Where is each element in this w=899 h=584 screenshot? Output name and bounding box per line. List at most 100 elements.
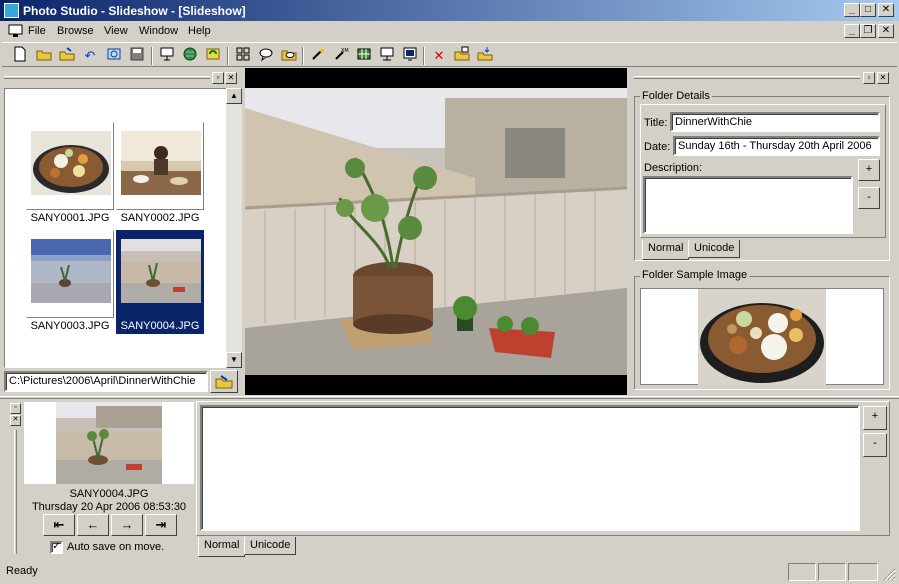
menu-help[interactable]: Help: [188, 25, 211, 37]
toolbar-separator: [151, 47, 153, 65]
thumbnail-image-balcony: [121, 239, 201, 303]
thumbnail-item[interactable]: SANY0002.JPG: [116, 122, 204, 226]
description-field[interactable]: [643, 176, 853, 234]
thumbnails-icon[interactable]: [233, 46, 253, 66]
thumbnail-frame: [116, 122, 204, 210]
sample-image-frame[interactable]: [640, 288, 884, 385]
auto-save-checkbox[interactable]: ✓: [50, 541, 63, 554]
folder-comment-icon[interactable]: [279, 46, 299, 66]
screen-icon[interactable]: [400, 46, 420, 66]
mdi-restore-button[interactable]: ❐: [860, 24, 876, 38]
panel-close-button[interactable]: ✕: [877, 72, 889, 84]
slideshow-viewer[interactable]: [244, 68, 628, 395]
panel-float-button[interactable]: ▫: [10, 403, 21, 414]
description-minus-button[interactable]: -: [858, 187, 880, 209]
toolbar-separator: [423, 47, 425, 65]
open-icon[interactable]: [57, 46, 77, 66]
thumbnail-scrollbar[interactable]: ▲ ▼: [226, 88, 242, 368]
next-image-button[interactable]: →: [111, 514, 143, 536]
app-icon: [4, 3, 19, 18]
move-icon[interactable]: [475, 46, 495, 66]
undo-icon[interactable]: ↶: [80, 46, 100, 66]
title-field[interactable]: DinnerWithChie: [670, 112, 880, 132]
thumbnail-browser: SANY0001.JPG SANY0002.JPG SANY0003.JPG S…: [4, 88, 240, 368]
tab-unicode[interactable]: Unicode: [244, 537, 297, 555]
document-icon[interactable]: [8, 24, 24, 38]
resize-grip-icon[interactable]: [880, 565, 896, 581]
toolbar-separator: [302, 47, 304, 65]
title-bar: Photo Studio - Slideshow - [Slideshow] _…: [0, 0, 899, 21]
previous-image-button[interactable]: ←: [77, 514, 109, 536]
comment-field[interactable]: [200, 405, 860, 531]
menu-window[interactable]: Window: [139, 25, 178, 37]
panel-float-button[interactable]: ▫: [212, 72, 224, 84]
status-cell: [788, 563, 816, 581]
thumbnail-label: SANY0004.JPG: [116, 318, 204, 334]
copy-icon[interactable]: [452, 46, 472, 66]
refresh-icon[interactable]: [203, 46, 223, 66]
toolbar: ↶ XML ✕: [2, 42, 897, 67]
description-label: Description:: [644, 162, 703, 174]
maximize-button[interactable]: □: [860, 3, 876, 17]
folder-path-field[interactable]: C:\Pictures\2006\April\DinnerWithChie: [4, 371, 208, 392]
mdi-minimize-button[interactable]: _: [844, 24, 860, 38]
new-icon[interactable]: [10, 46, 30, 66]
thumbnail-label: SANY0003.JPG: [30, 320, 110, 332]
comment-minus-button[interactable]: -: [863, 433, 887, 457]
open-folder-icon[interactable]: [34, 46, 54, 66]
description-plus-button[interactable]: +: [858, 159, 880, 181]
panel-close-button[interactable]: ✕: [225, 72, 237, 84]
browse-folder-button[interactable]: [210, 370, 238, 393]
thumbnail-frame: [26, 230, 114, 318]
menu-browse[interactable]: Browse: [57, 25, 94, 37]
folder-sample-label: Folder Sample Image: [640, 269, 750, 281]
date-field[interactable]: Sunday 16th - Thursday 20th April 2006: [673, 136, 880, 156]
sample-image-food: [698, 289, 826, 385]
presentation-icon[interactable]: [377, 46, 397, 66]
mdi-close-button[interactable]: ✕: [878, 24, 894, 38]
thumbnail-item-selected[interactable]: SANY0004.JPG: [116, 230, 204, 334]
menu-bar: File Browse View Window Help _ ❐ ✕: [0, 21, 899, 42]
menu-view[interactable]: View: [104, 25, 128, 37]
thumbnail-item[interactable]: SANY0001.JPG: [26, 122, 114, 226]
panel-gripper[interactable]: [14, 430, 17, 554]
first-image-button[interactable]: ⇤: [43, 514, 75, 536]
menu-file[interactable]: File: [28, 25, 46, 37]
grid-icon[interactable]: [354, 46, 374, 66]
toolbar-separator: [227, 47, 229, 65]
preview-filename: SANY0004.JPG: [69, 488, 149, 500]
scan-icon[interactable]: [104, 46, 124, 66]
thumbnail-frame: [26, 122, 114, 210]
thumbnail-image-food: [31, 131, 111, 195]
preview-datetime: Thursday 20 Apr 2006 08:53:30: [31, 501, 187, 513]
save-icon[interactable]: [127, 46, 147, 66]
slideshow-icon[interactable]: [157, 46, 177, 66]
date-label: Date:: [644, 141, 671, 153]
scroll-up-button[interactable]: ▲: [226, 88, 242, 104]
thumbnail-label: SANY0002.JPG: [120, 212, 200, 224]
window-title: Photo Studio - Slideshow - [Slideshow]: [23, 4, 246, 18]
panel-gripper[interactable]: [4, 76, 210, 79]
horizontal-splitter[interactable]: [0, 396, 899, 399]
xml-wand-icon[interactable]: XML: [331, 46, 352, 66]
close-button[interactable]: ✕: [878, 3, 894, 17]
last-image-button[interactable]: ⇥: [145, 514, 177, 536]
preview-image-balcony: [56, 402, 162, 484]
tab-normal[interactable]: Normal: [198, 537, 246, 557]
comment-plus-button[interactable]: +: [863, 406, 887, 430]
minimize-button[interactable]: _: [844, 3, 860, 17]
tab-unicode[interactable]: Unicode: [688, 240, 741, 258]
wand-icon[interactable]: [308, 46, 328, 66]
delete-icon[interactable]: ✕: [429, 46, 449, 66]
tab-normal[interactable]: Normal: [642, 240, 690, 260]
auto-save-label: Auto save on move.: [67, 541, 165, 553]
web-icon[interactable]: [180, 46, 200, 66]
thumbnail-image-dinner: [121, 131, 201, 195]
scroll-down-button[interactable]: ▼: [226, 352, 242, 368]
thumbnail-item[interactable]: SANY0003.JPG: [26, 230, 114, 334]
panel-float-button[interactable]: ▫: [863, 72, 875, 84]
panel-gripper[interactable]: [634, 76, 860, 79]
thumbnail-frame: [116, 230, 204, 318]
panel-close-button[interactable]: ✕: [10, 415, 21, 426]
comment-icon[interactable]: [256, 46, 276, 66]
